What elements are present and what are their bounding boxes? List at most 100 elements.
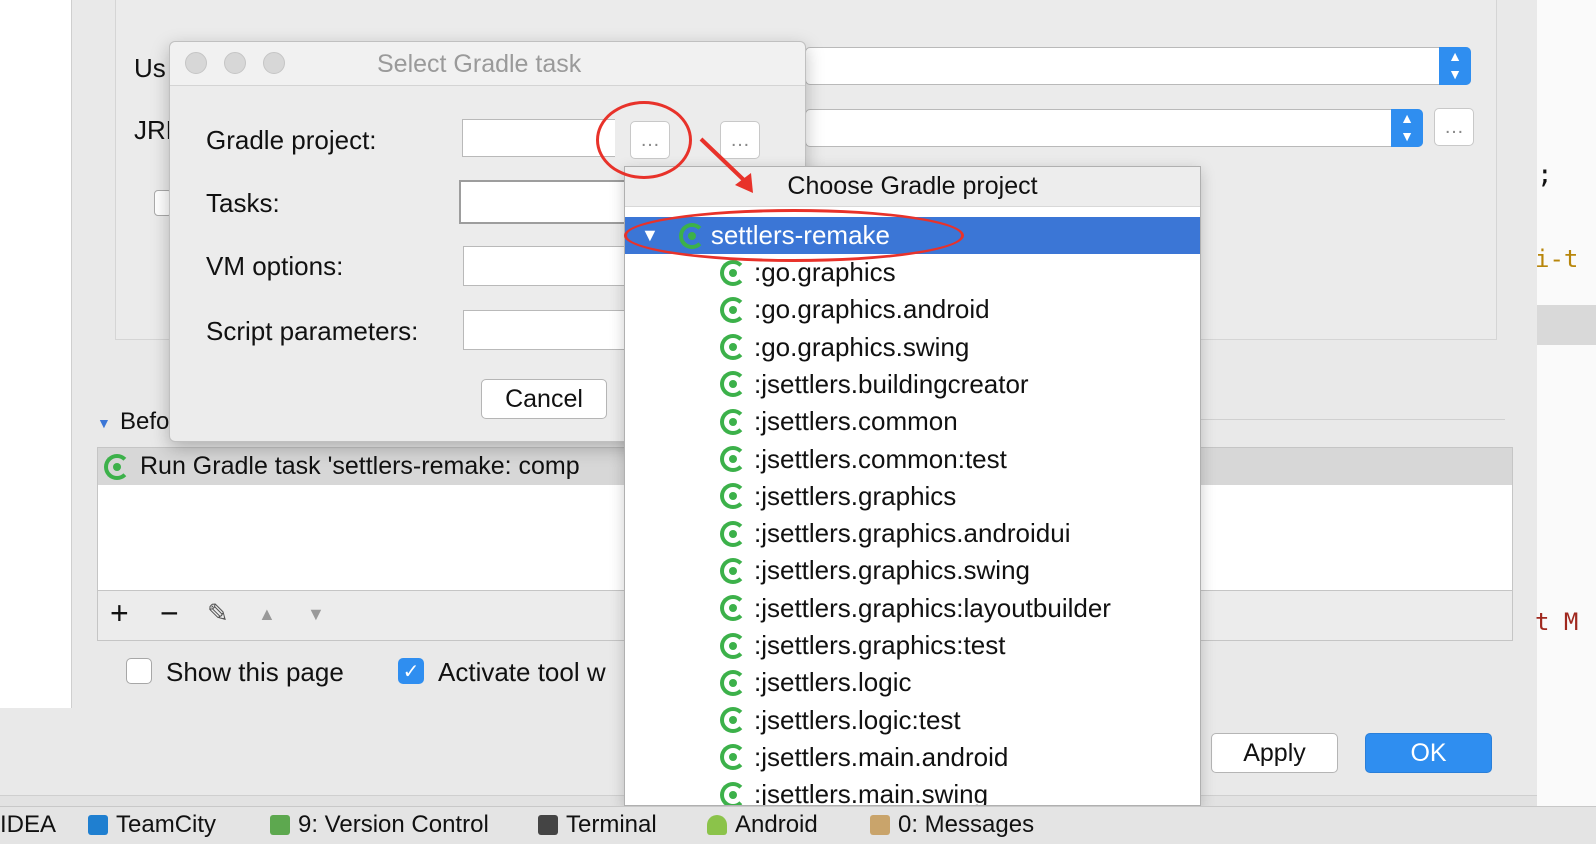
choose-gradle-project-popup: Choose Gradle project ▼ settlers-remake … xyxy=(624,166,1201,806)
status-messages[interactable]: 0: Messages xyxy=(870,806,1034,844)
tree-item[interactable]: :jsettlers.graphics.androidui xyxy=(720,515,1071,552)
tree-item-label: :jsettlers.buildingcreator xyxy=(754,368,1029,399)
activate-tool-checkbox[interactable]: ✓ xyxy=(398,658,424,684)
annotation-arrow xyxy=(699,137,753,193)
tree-item[interactable]: :jsettlers.common xyxy=(720,403,958,440)
status-terminal[interactable]: Terminal xyxy=(538,806,657,844)
status-android[interactable]: Android xyxy=(707,806,818,844)
tree-item[interactable]: :jsettlers.logic:test xyxy=(720,702,961,739)
terminal-icon xyxy=(538,815,558,835)
remove-icon[interactable]: − xyxy=(160,595,179,632)
tree-item-label: :jsettlers.graphics:layoutbuilder xyxy=(754,592,1111,623)
gradle-module-icon xyxy=(720,259,746,286)
tree-item-label: :jsettlers.graphics xyxy=(754,480,957,511)
annotation-ellipse-root xyxy=(624,209,964,262)
tree-item[interactable]: :jsettlers.main.swing xyxy=(720,776,989,806)
tree-item[interactable]: :jsettlers.graphics:layoutbuilder xyxy=(720,590,1111,627)
use-label: Us xyxy=(134,53,166,83)
tree-item[interactable]: :go.graphics.swing xyxy=(720,329,969,366)
tree-item[interactable]: :jsettlers.main.android xyxy=(720,739,1008,776)
activate-tool-label: Activate tool w xyxy=(438,657,606,687)
show-page-label: Show this page xyxy=(166,657,344,687)
left-panel xyxy=(0,0,72,708)
script-params-label: Script parameters: xyxy=(206,316,419,346)
dialog-title: Select Gradle task xyxy=(377,50,582,78)
status-messages-label: 0: Messages xyxy=(898,811,1035,838)
tree-item-label: :jsettlers.common:test xyxy=(754,443,1007,474)
tasks-label: Tasks: xyxy=(206,188,280,218)
tree-item-label: :jsettlers.graphics.swing xyxy=(754,555,1030,586)
before-launch-label: Befo xyxy=(120,408,170,435)
jre-browse-button[interactable]: … xyxy=(1434,108,1474,146)
tasks-field[interactable] xyxy=(459,180,629,224)
gradle-module-icon xyxy=(720,520,746,547)
jre-dropdown-arrows-icon[interactable]: ▲ ▼ xyxy=(1391,109,1423,147)
tree-item-label: :jsettlers.logic:test xyxy=(754,704,961,735)
add-icon[interactable]: + xyxy=(110,595,129,632)
gradle-module-icon xyxy=(720,781,746,805)
tree-item-label: :jsettlers.graphics.androidui xyxy=(754,518,1071,549)
tree-item-label: :jsettlers.graphics:test xyxy=(754,630,1006,660)
gradle-module-icon xyxy=(720,595,746,622)
tree-item-label: :jsettlers.logic xyxy=(754,667,912,698)
use-dropdown[interactable] xyxy=(805,47,1471,85)
move-up-icon[interactable]: ▲ xyxy=(258,604,276,625)
annotation-circle-browse xyxy=(596,101,692,179)
gradle-module-icon xyxy=(720,408,746,435)
gradle-project-field[interactable] xyxy=(462,119,615,157)
gradle-module-icon xyxy=(720,334,746,361)
maximize-window-icon[interactable] xyxy=(263,52,285,74)
tree-item[interactable]: :jsettlers.graphics:test xyxy=(720,627,1005,664)
minimize-window-icon[interactable] xyxy=(224,52,246,74)
right-dark-strip xyxy=(1537,0,1596,806)
gradle-module-icon xyxy=(720,296,746,323)
status-idea[interactable]: IDEA xyxy=(0,806,56,844)
status-idea-label: IDEA xyxy=(0,811,57,838)
tree-item[interactable]: :jsettlers.graphics.swing xyxy=(720,552,1030,589)
use-dropdown-arrows-icon[interactable]: ▲ ▼ xyxy=(1439,47,1471,85)
tree-item-label: :jsettlers.common xyxy=(754,406,958,437)
tree-item-label: :jsettlers.main.swing xyxy=(754,779,989,806)
tree-item-label: :jsettlers.main.android xyxy=(754,741,1009,772)
tree-item-label: :go.graphics.swing xyxy=(754,331,970,362)
cancel-button[interactable]: Cancel xyxy=(481,379,607,419)
status-version-control-label: 9: Version Control xyxy=(298,811,489,838)
before-launch-toggle-icon[interactable]: ▼ xyxy=(97,415,111,431)
gradle-module-icon xyxy=(720,557,746,584)
close-window-icon[interactable] xyxy=(185,52,207,74)
gradle-module-icon xyxy=(720,483,746,510)
gradle-project-label: Gradle project: xyxy=(206,125,377,155)
android-icon xyxy=(707,815,727,835)
gradle-module-icon xyxy=(720,744,746,771)
vm-options-field[interactable] xyxy=(463,246,628,286)
show-page-checkbox[interactable] xyxy=(126,658,152,684)
status-version-control[interactable]: 9: Version Control xyxy=(270,806,489,844)
apply-button[interactable]: Apply xyxy=(1211,733,1338,773)
script-params-field[interactable] xyxy=(463,310,628,350)
right-strip-band xyxy=(1537,305,1596,345)
status-android-label: Android xyxy=(735,811,818,838)
teamcity-icon xyxy=(88,815,108,835)
jre-dropdown[interactable] xyxy=(805,109,1423,147)
status-terminal-label: Terminal xyxy=(566,811,657,838)
status-teamcity[interactable]: TeamCity xyxy=(88,806,216,844)
code-snippet-1: i-t xyxy=(1535,245,1579,273)
tree-item[interactable]: :jsettlers.common:test xyxy=(720,441,1007,478)
gradle-module-icon xyxy=(720,669,746,696)
ok-button[interactable]: OK xyxy=(1365,733,1492,773)
edit-icon[interactable]: ✎ xyxy=(207,598,229,629)
gradle-module-icon xyxy=(720,446,746,472)
tree-item-label: :go.graphics.android xyxy=(754,294,990,325)
code-snippet-2: t M xyxy=(1535,608,1579,636)
tree-item[interactable]: :jsettlers.buildingcreator xyxy=(720,366,1029,403)
status-teamcity-label: TeamCity xyxy=(116,811,217,838)
task-row-text: Run Gradle task 'settlers-remake: comp xyxy=(140,452,580,480)
tree-item[interactable]: :jsettlers.graphics xyxy=(720,478,956,515)
move-down-icon[interactable]: ▼ xyxy=(307,604,325,625)
gradle-module-icon xyxy=(720,371,746,398)
tree-item[interactable]: :jsettlers.logic xyxy=(720,664,912,701)
task-row-gradle-icon xyxy=(104,454,130,480)
version-control-icon xyxy=(270,815,290,835)
tree-item[interactable]: :go.graphics.android xyxy=(720,291,990,328)
vm-options-label: VM options: xyxy=(206,251,344,281)
